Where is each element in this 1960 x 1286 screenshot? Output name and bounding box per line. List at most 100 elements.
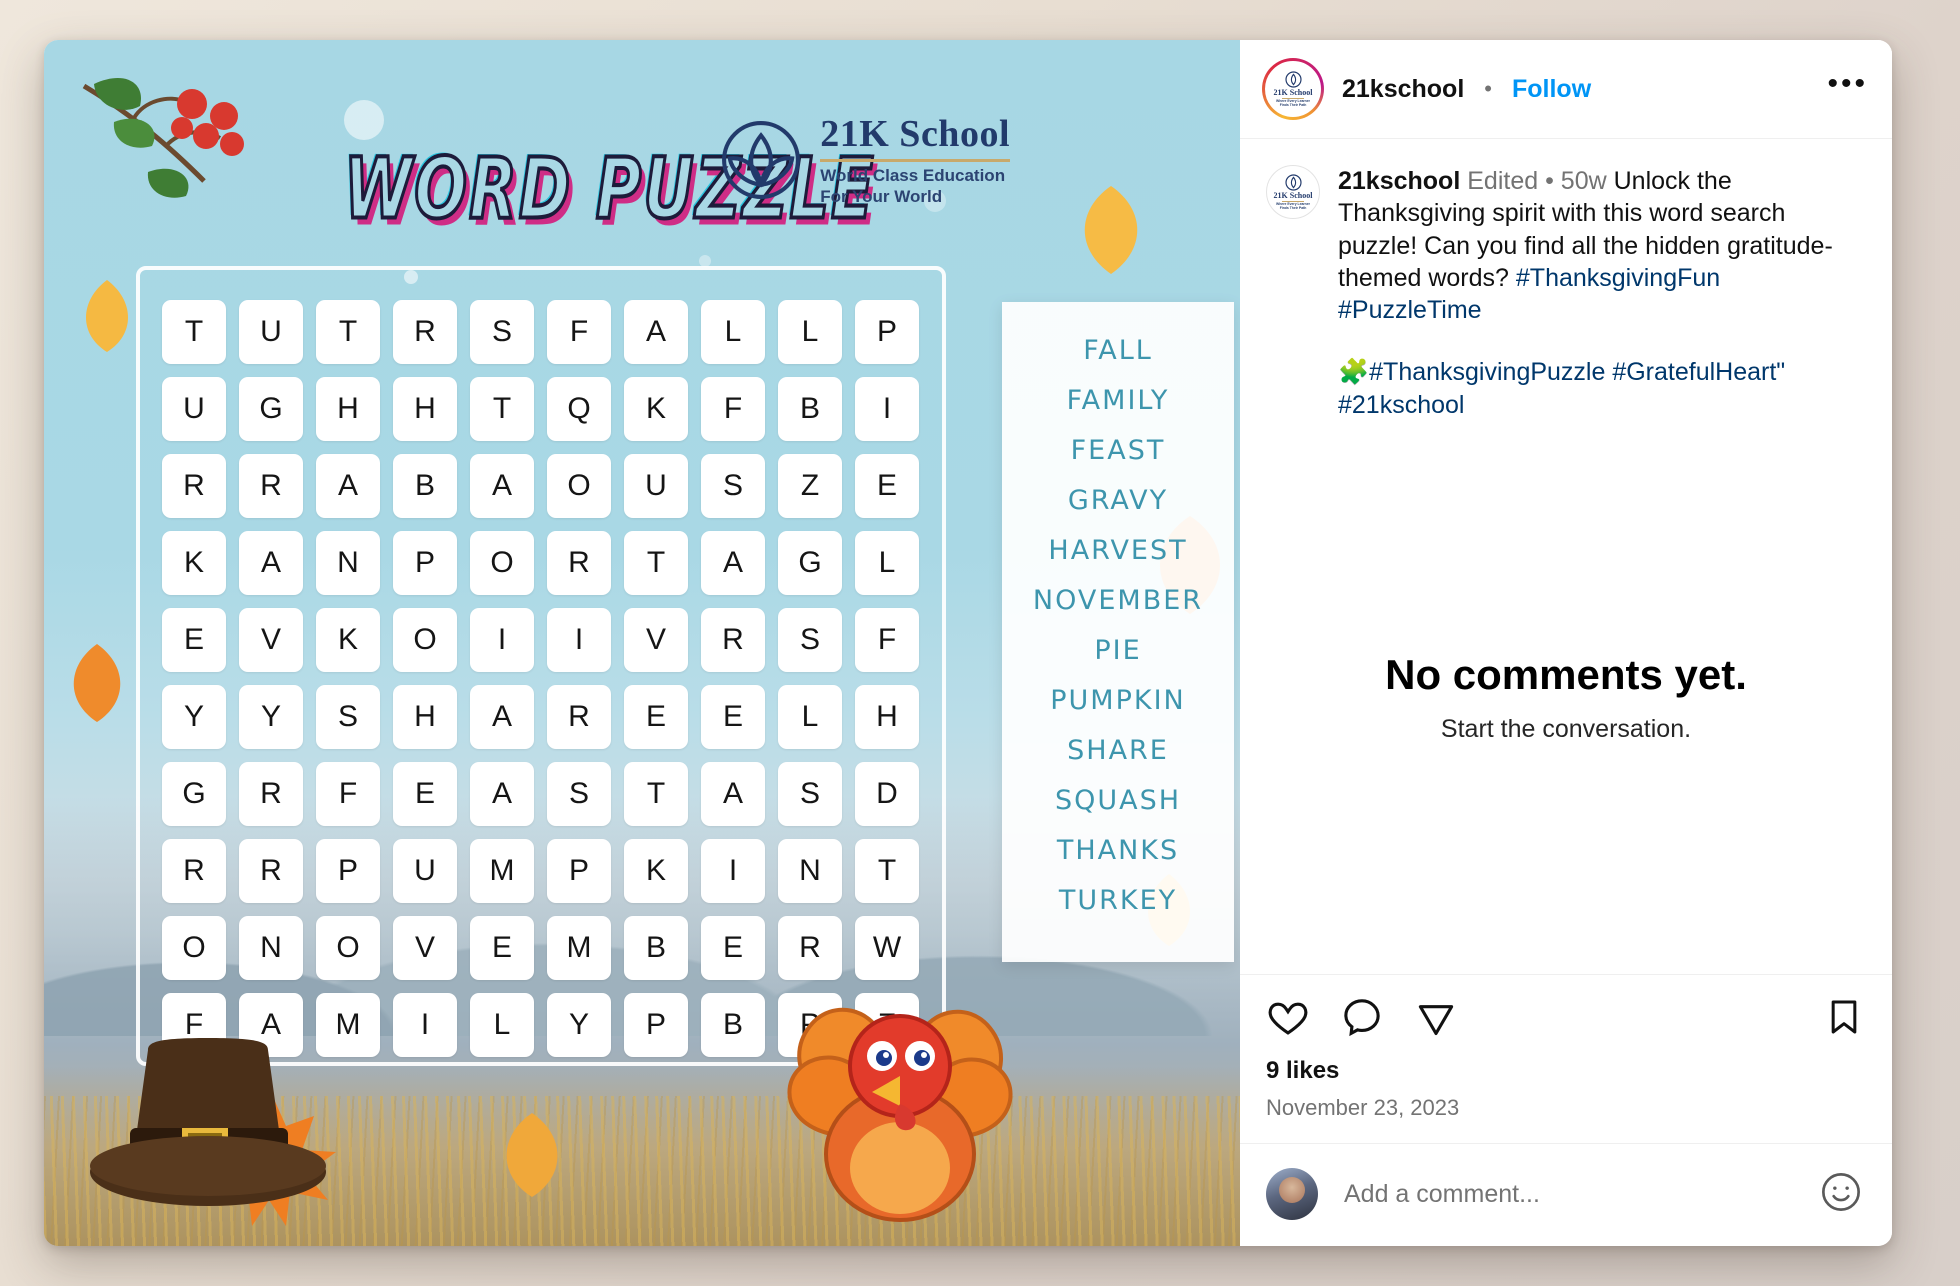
word-list-item: PUMPKIN: [1050, 685, 1186, 716]
word-list-item: FALL: [1083, 335, 1153, 366]
avatar-tagline-2: Finds Their Path: [1279, 205, 1307, 210]
bookmark-icon[interactable]: [1824, 997, 1864, 1037]
turkey-decoration: [787, 1007, 1013, 1222]
grid-cell: T: [624, 531, 688, 595]
bokeh-dot: [344, 100, 384, 140]
follow-button[interactable]: Follow: [1512, 75, 1591, 104]
grid-cell: G: [162, 762, 226, 826]
no-comments-title: No comments yet.: [1385, 650, 1747, 698]
grid-cell: V: [624, 608, 688, 672]
grid-cell: H: [393, 377, 457, 441]
grid-cell: Y: [162, 685, 226, 749]
grid-cell: F: [547, 300, 611, 364]
grid-cell: B: [393, 454, 457, 518]
brand-tagline-1: World Class Education: [820, 166, 1006, 185]
brand-name: 21K School: [820, 113, 1010, 155]
add-comment-row: Add a comment...: [1240, 1143, 1892, 1246]
word-list-item: TURKEY: [1058, 885, 1178, 916]
avatar-tagline-2: Finds Their Path: [1279, 102, 1307, 107]
grid-cell: S: [778, 608, 842, 672]
grid-cell: Y: [547, 993, 611, 1057]
more-options-button[interactable]: •••: [1827, 69, 1868, 100]
grid-cell: H: [855, 685, 919, 749]
grid-cell: Y: [239, 685, 303, 749]
grid-cell: R: [393, 300, 457, 364]
caption-separator: •: [1545, 167, 1554, 195]
grid-cell: R: [239, 839, 303, 903]
grid-cell: O: [547, 454, 611, 518]
current-user-avatar: [1266, 1168, 1318, 1220]
grid-cell: S: [701, 454, 765, 518]
post-header: 21K School Where Every Learner Finds The…: [1240, 40, 1892, 139]
grid-cell: I: [470, 608, 534, 672]
caption-username[interactable]: 21kschool: [1338, 167, 1460, 195]
caption-hashtags-line3[interactable]: #21kschool: [1338, 391, 1464, 419]
grid-cell: R: [701, 608, 765, 672]
grid-cell: F: [701, 377, 765, 441]
caption-avatar[interactable]: 21K School Where Every Learner Finds The…: [1266, 165, 1320, 219]
grid-cell: O: [470, 531, 534, 595]
heart-icon[interactable]: [1266, 995, 1310, 1039]
grid-cell: E: [162, 608, 226, 672]
word-list-item: SHARE: [1067, 735, 1169, 766]
grid-cell: N: [778, 839, 842, 903]
grid-cell: O: [393, 608, 457, 672]
likes-count[interactable]: 9 likes: [1266, 1057, 1864, 1085]
grid-cell: O: [316, 916, 380, 980]
brand-logo: 21K School World Class Education For You…: [720, 112, 1010, 207]
word-list-item: HARVEST: [1048, 535, 1188, 566]
grid-cell: Z: [778, 454, 842, 518]
avatar-story-ring[interactable]: 21K School Where Every Learner Finds The…: [1262, 58, 1324, 120]
grid-cell: V: [393, 916, 457, 980]
grid-cell: A: [470, 762, 534, 826]
grid-cell: L: [778, 300, 842, 364]
grid-cell: E: [470, 916, 534, 980]
lotus-logo-icon: [1284, 71, 1302, 88]
empty-comments-state: No comments yet. Start the conversation.: [1240, 421, 1892, 975]
header-separator: •: [1484, 76, 1492, 101]
grid-cell: M: [547, 916, 611, 980]
share-icon[interactable]: [1414, 995, 1458, 1039]
grid-cell: P: [855, 300, 919, 364]
grid-cell: R: [239, 454, 303, 518]
lotus-logo-icon: [722, 120, 801, 199]
grid-cell: A: [701, 531, 765, 595]
grid-cell: V: [239, 608, 303, 672]
screenshot-root: WORD PUZZLE 21K School World Class Educa…: [0, 0, 1960, 1286]
grid-cell: K: [624, 377, 688, 441]
grid-cell: H: [316, 377, 380, 441]
grid-cell: K: [624, 839, 688, 903]
word-list-item: PIE: [1094, 635, 1142, 666]
avatar-brand-name: 21K School: [1273, 191, 1313, 201]
avatar-brand-name: 21K School: [1273, 88, 1313, 98]
post-media[interactable]: WORD PUZZLE 21K School World Class Educa…: [44, 40, 1240, 1246]
grid-cell: P: [624, 993, 688, 1057]
word-list-item: NOVEMBER: [1032, 585, 1204, 616]
grid-cell: O: [162, 916, 226, 980]
leaf-decoration: [1084, 186, 1138, 274]
caption-hashtags-line2[interactable]: #ThanksgivingPuzzle #GratefulHeart": [1369, 358, 1785, 386]
grid-cell: K: [162, 531, 226, 595]
no-comments-subtitle: Start the conversation.: [1440, 714, 1692, 743]
grid-cell: P: [393, 531, 457, 595]
header-username[interactable]: 21kschool: [1342, 75, 1464, 104]
grid-cell: E: [624, 685, 688, 749]
grid-cell: D: [855, 762, 919, 826]
grid-cell: F: [855, 608, 919, 672]
grid-cell: E: [393, 762, 457, 826]
grid-cell: F: [316, 762, 380, 826]
grid-cell: M: [470, 839, 534, 903]
instagram-post-card: WORD PUZZLE 21K School World Class Educa…: [44, 40, 1892, 1246]
caption-edited-label: Edited: [1467, 167, 1539, 195]
grid-cell: R: [162, 839, 226, 903]
grid-cell: L: [778, 685, 842, 749]
caption-age: 50w: [1560, 167, 1607, 195]
grid-cell: K: [316, 608, 380, 672]
comment-icon[interactable]: [1340, 995, 1384, 1039]
comment-input[interactable]: Add a comment...: [1344, 1180, 1792, 1209]
emoji-icon[interactable]: [1818, 1169, 1864, 1220]
grid-cell: U: [162, 377, 226, 441]
grid-cell: L: [470, 993, 534, 1057]
grid-cell: L: [701, 300, 765, 364]
grid-cell: T: [316, 300, 380, 364]
